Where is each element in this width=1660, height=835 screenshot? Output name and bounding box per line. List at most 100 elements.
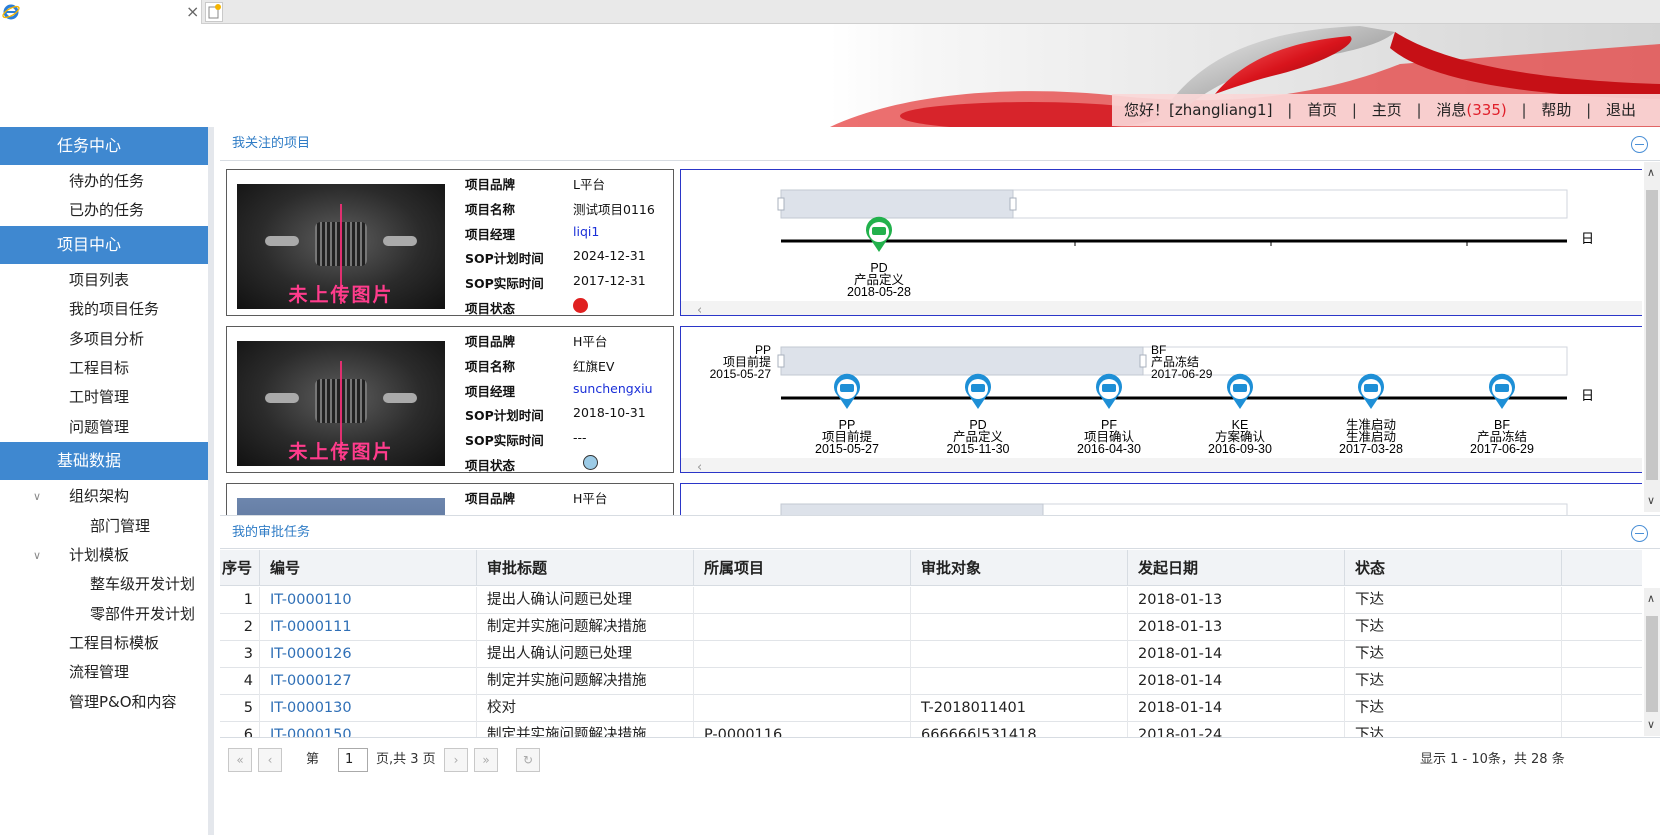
scroll-up-arrow-icon[interactable]: ∧ — [1647, 592, 1655, 605]
cell-project — [694, 695, 911, 722]
sidebar-section-project-center[interactable]: 项目中心 — [0, 225, 208, 264]
sidebar-item-vehicle-dev-plan[interactable]: 整车级开发计划 — [0, 570, 208, 599]
cell-seq: 4 — [220, 668, 260, 695]
timeline-edge-label: 日 — [1581, 388, 1594, 403]
next-page-icon[interactable]: › — [444, 748, 468, 772]
help-link[interactable]: 帮助 — [1541, 94, 1571, 126]
status-dot — [583, 455, 598, 470]
sidebar-item-work-hours[interactable]: 工时管理 — [0, 383, 208, 412]
sidebar-item-org-structure[interactable]: ∨ 组织架构 — [0, 482, 208, 511]
cell-seq: 5 — [220, 695, 260, 722]
cell-code[interactable]: IT-0000127 — [260, 668, 477, 695]
range-start-date: 2015-05-27 — [710, 367, 772, 381]
sidebar-section-task-center[interactable]: 任务中心 — [0, 127, 208, 165]
sidebar-section-basic-data[interactable]: 基础数据 — [0, 442, 208, 481]
refresh-icon[interactable]: ↻ — [516, 748, 540, 772]
col-header-code[interactable]: 编号 — [260, 550, 477, 586]
milestone-marker[interactable] — [1096, 373, 1122, 409]
sidebar-item-issue-management[interactable]: 问题管理 — [0, 413, 208, 442]
tasks-panel-header: 我的审批任务 — [220, 515, 1660, 549]
scroll-up-arrow-icon[interactable]: ∧ — [1647, 166, 1655, 179]
table-row[interactable]: 2 IT-0000111 制定并实施问题解决措施 2018-01-13 下达 — [220, 614, 1642, 641]
table-row[interactable]: 6 IT-0000150 制定并实施问题解决措施 P-0000116 666666|53… — [220, 722, 1642, 737]
milestone-date: 2018-05-28 — [847, 285, 911, 299]
cell-date: 2018-01-14 — [1128, 641, 1345, 668]
col-header-status[interactable]: 状态 — [1345, 550, 1562, 586]
cell-status: 下达 — [1345, 614, 1562, 641]
cell-date: 2018-01-14 — [1128, 695, 1345, 722]
cell-code[interactable]: IT-0000130 — [260, 695, 477, 722]
cell-code[interactable]: IT-0000110 — [260, 587, 477, 614]
chevron-down-icon[interactable]: ∨ — [33, 541, 41, 570]
col-header-title[interactable]: 审批标题 — [477, 550, 694, 586]
milestone-timeline: PP 项目前提 2015-05-27 BF 产品冻结 2017-06-29 PP… — [680, 326, 1642, 473]
new-tab-icon[interactable] — [205, 2, 223, 22]
sidebar-item-plan-templates[interactable]: ∨ 计划模板 — [0, 541, 208, 570]
milestone-marker[interactable] — [1489, 373, 1515, 409]
sidebar-item-todo-tasks[interactable]: 待办的任务 — [0, 167, 208, 196]
cell-project: P-0000116 — [694, 722, 911, 737]
prev-page-icon[interactable]: ‹ — [258, 748, 282, 772]
range-end-date: 2017-06-29 — [1151, 367, 1213, 381]
manager-link[interactable]: liqi1 — [573, 224, 599, 239]
car-image-placeholder: 未上传图片 — [237, 184, 445, 309]
cell-object: T-2018011401 — [911, 695, 1128, 722]
scrollbar-thumb[interactable] — [1646, 190, 1658, 480]
sidebar-item-done-tasks[interactable]: 已办的任务 — [0, 196, 208, 225]
manager-link[interactable]: sunchengxiu — [573, 381, 653, 396]
messages-link[interactable]: 消息(335) — [1436, 94, 1506, 126]
table-row[interactable]: 3 IT-0000126 提出人确认问题已处理 2018-01-14 下达 — [220, 641, 1642, 668]
close-tab-icon[interactable]: × — [186, 1, 199, 23]
table-row[interactable]: 4 IT-0000127 制定并实施问题解决措施 2018-01-14 下达 — [220, 668, 1642, 695]
collapse-icon[interactable] — [1631, 525, 1648, 542]
vertical-scrollbar[interactable]: ∧ ∨ — [1644, 162, 1660, 512]
scroll-down-arrow-icon[interactable]: ∨ — [1647, 494, 1655, 507]
logout-link[interactable]: 退出 — [1606, 94, 1636, 126]
main-page-link[interactable]: 主页 — [1372, 94, 1402, 126]
project-card[interactable]: 未上传图片 项目品牌 L平台 项目名称 测试项目0116 项目经理 liqi1 SOP… — [226, 169, 674, 316]
table-row[interactable]: 1 IT-0000110 提出人确认问题已处理 2018-01-13 下达 — [220, 587, 1642, 614]
table-row[interactable]: 5 IT-0000130 校对 T-2018011401 2018-01-14 下达 — [220, 695, 1642, 722]
page-number-input[interactable]: 1 — [338, 748, 368, 772]
sidebar-item-multi-project-analysis[interactable]: 多项目分析 — [0, 325, 208, 354]
scrollbar-thumb[interactable] — [1646, 616, 1658, 712]
sidebar-item-po-management[interactable]: 管理P&O和内容 — [0, 688, 208, 717]
cell-code[interactable]: IT-0000150 — [260, 722, 477, 737]
cell-project — [694, 668, 911, 695]
table-vertical-scrollbar[interactable]: ∧ ∨ — [1644, 588, 1660, 736]
browser-tab[interactable]: × — [0, 0, 202, 24]
no-image-text: 未上传图片 — [288, 441, 394, 463]
sidebar-item-process-management[interactable]: 流程管理 — [0, 658, 208, 687]
col-header-seq[interactable]: 序号 — [220, 550, 260, 586]
milestone-date: 2017-06-29 — [1470, 442, 1534, 456]
project-cards-area: 未上传图片 项目品牌 L平台 项目名称 测试项目0116 项目经理 liqi1 SOP… — [220, 162, 1642, 529]
cell-status: 下达 — [1345, 722, 1562, 737]
sidebar-item-engineering-targets[interactable]: 工程目标 — [0, 354, 208, 383]
scroll-down-arrow-icon[interactable]: ∨ — [1647, 718, 1655, 731]
timeline-edge-label: 日 — [1581, 231, 1594, 246]
chevron-down-icon[interactable]: ∨ — [33, 482, 41, 511]
cell-status: 下达 — [1345, 695, 1562, 722]
home-link[interactable]: 首页 — [1307, 94, 1337, 126]
sidebar-item-my-project-tasks[interactable]: 我的项目任务 — [0, 295, 208, 324]
milestone-marker[interactable] — [1358, 373, 1384, 409]
milestone-marker[interactable] — [1227, 373, 1253, 409]
milestone-marker[interactable] — [965, 373, 991, 409]
col-header-project[interactable]: 所属项目 — [694, 550, 911, 586]
sidebar-item-project-list[interactable]: 项目列表 — [0, 266, 208, 295]
milestone-timeline: PD 产品定义 2018-05-28 日 ‹ — [680, 169, 1642, 316]
cell-title: 制定并实施问题解决措施 — [477, 668, 694, 695]
collapse-icon[interactable] — [1631, 136, 1648, 153]
project-card[interactable]: 未上传图片 项目品牌 H平台 项目名称 红旗EV 项目经理 sunchengxiu S… — [226, 326, 674, 473]
sidebar-item-eng-target-template[interactable]: 工程目标模板 — [0, 629, 208, 658]
sidebar-item-parts-dev-plan[interactable]: 零部件开发计划 — [0, 600, 208, 629]
sidebar-item-dept-management[interactable]: 部门管理 — [0, 512, 208, 541]
last-page-icon[interactable]: » — [474, 748, 498, 772]
milestone-marker[interactable] — [866, 216, 892, 252]
col-header-date[interactable]: 发起日期 — [1128, 550, 1345, 586]
milestone-marker[interactable] — [834, 373, 860, 409]
cell-code[interactable]: IT-0000111 — [260, 614, 477, 641]
col-header-object[interactable]: 审批对象 — [911, 550, 1128, 586]
cell-code[interactable]: IT-0000126 — [260, 641, 477, 668]
first-page-icon[interactable]: « — [228, 748, 252, 772]
